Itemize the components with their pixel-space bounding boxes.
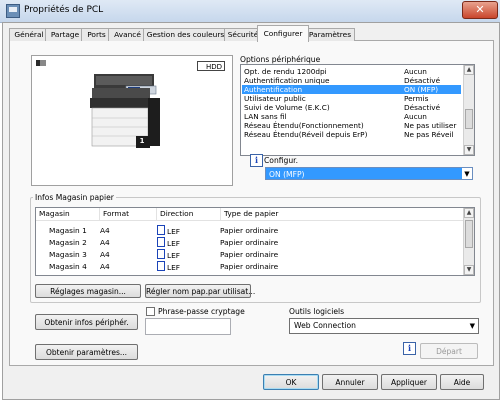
scroll-down-icon[interactable]: ▼ — [464, 145, 474, 155]
option-row[interactable]: Utilisateur public Permis — [242, 94, 461, 103]
tray-settings-button[interactable]: Réglages magasin... — [35, 284, 141, 298]
table-row[interactable]: Magasin 4 A4 LEF Papier ordinaire — [36, 261, 464, 273]
paper-orientation-icon — [157, 237, 165, 247]
table-row[interactable]: Magasin 3 A4 LEF Papier ordinaire — [36, 249, 464, 261]
device-options-label: Options périphérique — [240, 55, 321, 64]
option-row[interactable]: Réseau Étendu(Réveil depuis ErP) Ne pas R… — [242, 130, 461, 139]
passphrase-checkbox[interactable] — [146, 307, 155, 316]
software-tools-label: Outils logiciels — [289, 307, 345, 316]
tray-table[interactable]: Magasin Format Direction Type de papier … — [35, 207, 475, 276]
scroll-up-icon[interactable]: ▲ — [464, 65, 474, 75]
paper-orientation-icon — [157, 261, 165, 271]
paper-orientation-icon — [157, 249, 165, 259]
scroll-up-icon[interactable]: ▲ — [464, 208, 474, 218]
option-row[interactable]: Suivi de Volume (E.K.C) Désactivé — [242, 103, 461, 112]
passphrase-label: Phrase-passe cryptage — [158, 307, 245, 316]
info-icon[interactable]: i — [250, 154, 263, 167]
window-title: Propriétés de PCL — [24, 5, 104, 15]
hdd-badge: HDD — [197, 61, 225, 71]
tab-advanced[interactable]: Avancé — [108, 28, 147, 41]
column-header[interactable]: Type de papier — [221, 208, 464, 220]
apply-button[interactable]: Appliquer — [381, 374, 437, 390]
info-icon[interactable]: i — [403, 342, 416, 355]
table-row[interactable]: Magasin 2 A4 LEF Papier ordinaire — [36, 237, 464, 249]
mini-printer-icon — [36, 60, 46, 66]
tray-table-scrollbar[interactable]: ▲ ▼ — [463, 208, 474, 275]
column-header[interactable]: Format — [100, 208, 157, 220]
start-button[interactable]: Départ — [420, 343, 478, 359]
ok-button[interactable]: OK — [263, 374, 319, 390]
configur-label: Configur. — [264, 156, 299, 165]
tray-info-label: Infos Magasin papier — [33, 193, 116, 202]
option-row[interactable]: LAN sans fil Aucun — [242, 112, 461, 121]
option-row[interactable]: Authentification unique Désactivé — [242, 76, 461, 85]
scroll-thumb[interactable] — [465, 220, 473, 248]
tab-configure[interactable]: Configurer — [257, 25, 309, 42]
options-scrollbar[interactable]: ▲ ▼ — [463, 65, 474, 155]
printer-image — [90, 74, 160, 148]
tab-color-management[interactable]: Gestion des couleurs — [143, 28, 228, 41]
table-row[interactable]: Magasin 1 A4 LEF Papier ordinaire — [36, 225, 464, 237]
help-button[interactable]: Aide — [440, 374, 484, 390]
tab-sharing[interactable]: Partage — [45, 28, 85, 41]
passphrase-input[interactable] — [145, 318, 231, 335]
get-settings-button[interactable]: Obtenir paramètres... — [35, 344, 138, 360]
scroll-down-icon[interactable]: ▼ — [464, 265, 474, 275]
software-tools-value: Web Connection — [294, 321, 356, 330]
set-paper-name-button[interactable]: Régler nom pap.par utilisat... — [145, 284, 255, 298]
printer-app-icon — [6, 4, 20, 18]
chevron-down-icon: ▼ — [469, 322, 475, 330]
close-button[interactable]: ✕ — [462, 1, 498, 19]
option-row[interactable]: Réseau Étendu(Fonctionnement) Ne pas util… — [242, 121, 461, 130]
tab-general[interactable]: Général — [9, 28, 49, 41]
column-header[interactable]: Magasin — [36, 208, 100, 220]
paper-orientation-icon — [157, 225, 165, 235]
configur-value: ON (MFP) — [269, 170, 305, 179]
get-device-info-button[interactable]: Obtenir infos périphér. — [35, 314, 138, 330]
option-row[interactable]: Opt. de rendu 1200dpi Aucun — [242, 67, 461, 76]
option-row-selected[interactable]: Authentification ON (MFP) — [242, 85, 461, 94]
configur-select[interactable]: ON (MFP) ▼ — [265, 167, 473, 180]
tray-number-badge: 1 — [136, 136, 148, 146]
chevron-down-icon: ▼ — [462, 168, 472, 179]
tray-table-header: Magasin Format Direction Type de papier — [36, 208, 464, 221]
column-header[interactable]: Direction — [157, 208, 221, 220]
scroll-thumb[interactable] — [465, 109, 473, 129]
device-options-list[interactable]: Opt. de rendu 1200dpi Aucun Authentificat… — [240, 64, 475, 156]
software-tools-select[interactable]: Web Connection ▼ — [289, 318, 479, 334]
cancel-button[interactable]: Annuler — [322, 374, 378, 390]
tab-parameters[interactable]: Paramètres — [305, 28, 355, 41]
